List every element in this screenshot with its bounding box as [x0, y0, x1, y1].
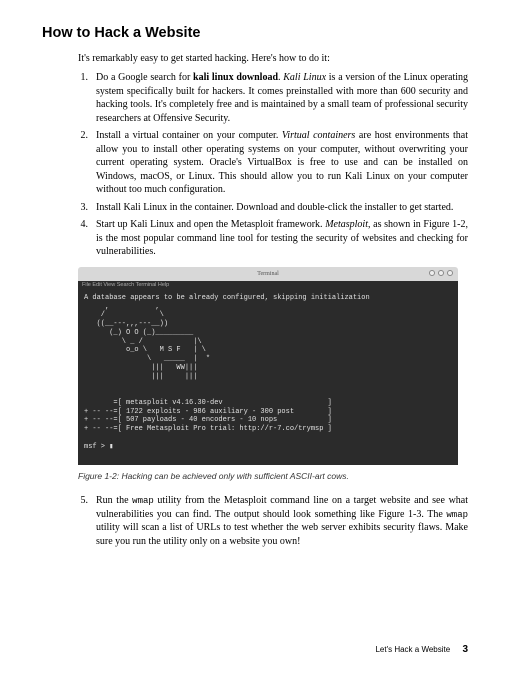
page-footer: Let's Hack a Website 3	[375, 643, 468, 657]
code-text: wmap	[132, 496, 154, 506]
list-text: Install Kali Linux in the container. Dow…	[96, 201, 468, 215]
italic-text: Metasploit	[325, 219, 368, 230]
list-text: Do a Google search for kali linux downlo…	[96, 71, 468, 125]
text-run: Install Kali Linux in the container. Dow…	[96, 202, 453, 213]
list-item: 5.Run the wmap utility from the Metasplo…	[78, 494, 468, 548]
text-run: Do a Google search for	[96, 72, 193, 83]
list-text: Install a virtual container on your comp…	[96, 129, 468, 197]
text-run: Install a virtual container on your comp…	[96, 130, 282, 141]
list-text: Run the wmap utility from the Metasploit…	[96, 494, 468, 548]
footer-section: Let's Hack a Website	[375, 645, 450, 654]
intro-text: It's remarkably easy to get started hack…	[78, 52, 468, 66]
window-controls	[429, 270, 453, 276]
bold-text: kali linux download	[193, 72, 278, 83]
ordered-list: 1.Do a Google search for kali linux down…	[78, 71, 468, 259]
page-number: 3	[462, 644, 468, 655]
list-number: 1.	[78, 71, 96, 125]
list-number: 5.	[78, 494, 96, 548]
list-number: 2.	[78, 129, 96, 197]
maximize-icon	[438, 270, 444, 276]
terminal-menu: File Edit View Search Terminal Help	[78, 281, 458, 290]
code-text: wmap	[446, 510, 468, 520]
close-icon	[447, 270, 453, 276]
list-item: 2.Install a virtual container on your co…	[78, 129, 468, 197]
terminal-figure: Terminal File Edit View Search Terminal …	[78, 267, 458, 465]
list-item: 3.Install Kali Linux in the container. D…	[78, 201, 468, 215]
list-item: 4.Start up Kali Linux and open the Metas…	[78, 218, 468, 259]
list-number: 4.	[78, 218, 96, 259]
list-text: Start up Kali Linux and open the Metaspl…	[96, 218, 468, 259]
ordered-list-continued: 5.Run the wmap utility from the Metasplo…	[78, 494, 468, 548]
list-item: 1.Do a Google search for kali linux down…	[78, 71, 468, 125]
list-number: 3.	[78, 201, 96, 215]
italic-text: Kali Linux	[283, 72, 326, 83]
terminal-output: A database appears to be already configu…	[78, 290, 458, 465]
figure-caption: Figure 1-2: Hacking can be achieved only…	[78, 471, 468, 482]
terminal-titlebar: Terminal	[78, 267, 458, 281]
terminal-title: Terminal	[257, 271, 279, 277]
section-heading: How to Hack a Website	[42, 24, 468, 44]
minimize-icon	[429, 270, 435, 276]
italic-text: Virtual containers	[282, 130, 355, 141]
text-run: utility will scan a list of URLs to test…	[96, 522, 468, 547]
text-run: Start up Kali Linux and open the Metaspl…	[96, 219, 325, 230]
text-run: Run the	[96, 495, 132, 506]
